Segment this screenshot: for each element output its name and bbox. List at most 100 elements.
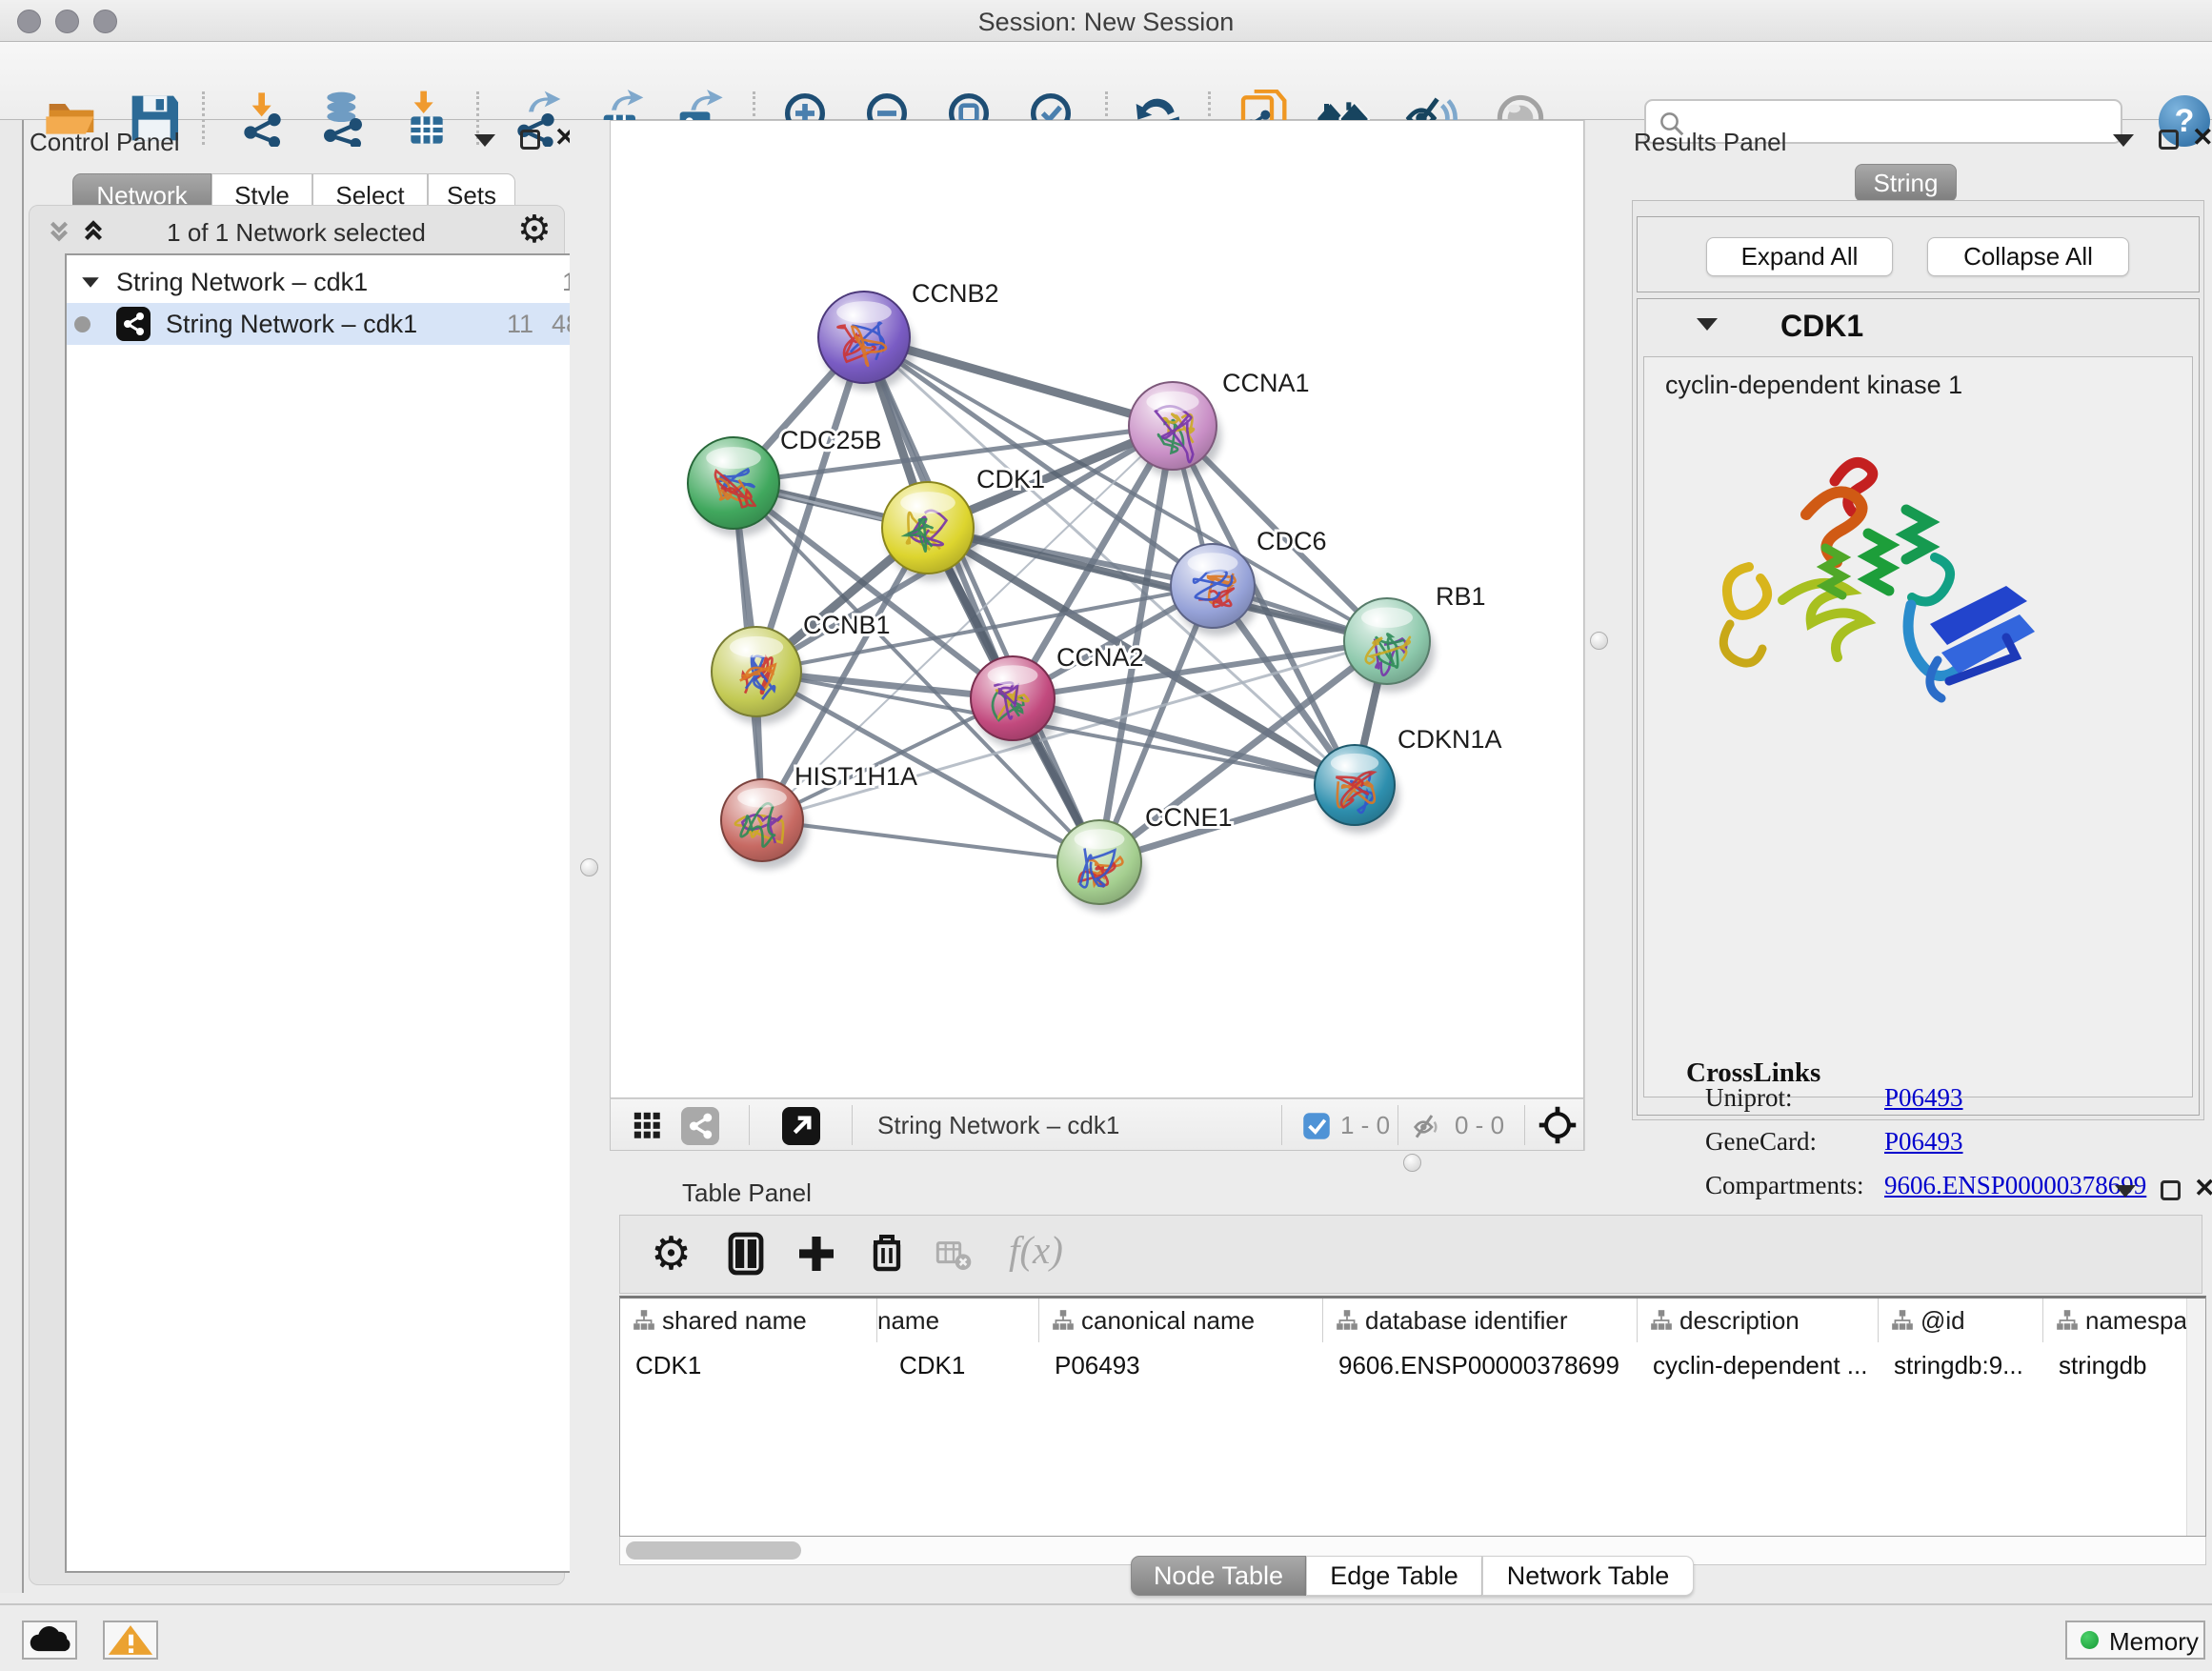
table-cell[interactable]: stringdb	[2059, 1344, 2206, 1386]
network-node-RB1[interactable]: RB1	[1344, 582, 1486, 692]
string-view-icon[interactable]	[681, 1107, 719, 1145]
table-vertical-scrollbar[interactable]	[2186, 1299, 2205, 1536]
node-label: CCNB2	[912, 279, 999, 308]
network-canvas[interactable]: CCNB2 CCNA1 CDC25BCDK1 CDC6 RB1 CCNB1 CCNA2 CDK…	[610, 120, 1584, 1098]
results-panel-float-icon[interactable]	[2159, 130, 2179, 150]
cloud-status-button[interactable]	[22, 1621, 77, 1660]
table-gear-icon[interactable]: ⚙	[651, 1227, 692, 1280]
hidden-eye-slash-icon[interactable]	[1413, 1112, 1443, 1142]
network-node-CCNB2[interactable]: CCNB2	[818, 279, 999, 391]
network-view-toolbar: String Network – cdk1 1 - 0 0 - 0	[610, 1098, 1584, 1151]
main-toolbar: ?	[0, 42, 2212, 120]
tab-edge-table[interactable]: Edge Table	[1306, 1556, 1482, 1596]
memory-button[interactable]: Memory	[2065, 1621, 2205, 1660]
node-label: CDKN1A	[1398, 725, 1502, 754]
table-cell[interactable]: P06493	[1055, 1344, 1319, 1386]
node-label: CCNA2	[1056, 643, 1144, 672]
network-node-CDKN1A[interactable]: CDKN1A	[1315, 725, 1502, 833]
network-node-CDK1[interactable]: CDK1	[882, 465, 1045, 581]
protein-structure-image	[1692, 424, 2054, 729]
gene-name: CDK1	[1780, 309, 1863, 344]
string-results-box: Expand All Collapse All CDK1 cyclin-depe…	[1632, 200, 2204, 1120]
network-bullet-icon	[74, 316, 90, 332]
table-panel-float-icon[interactable]	[2161, 1180, 2181, 1200]
network-view-title: String Network – cdk1	[877, 1111, 1119, 1140]
crosslink-link[interactable]: P06493	[1884, 1127, 1963, 1157]
splitter-handle[interactable]	[1403, 1154, 1421, 1172]
open-in-window-icon[interactable]	[782, 1107, 820, 1145]
crosslink-row: Uniprot: P06493	[1705, 1083, 2182, 1127]
gene-header[interactable]: CDK1	[1638, 299, 2199, 354]
left-splitter[interactable]	[570, 120, 610, 1593]
collapse-all-icon[interactable]	[45, 217, 73, 246]
network-selection-status: 1 of 1 Network selected	[134, 218, 458, 248]
right-splitter[interactable]	[1584, 120, 1624, 1174]
table-cell[interactable]: CDK1	[899, 1344, 1042, 1386]
node-label: CDC6	[1257, 527, 1327, 555]
column-header-namespace[interactable]: namespace	[2043, 1299, 2206, 1342]
network-edge-HIST1H1A-CCNE1[interactable]	[762, 820, 1099, 862]
network-node-CCNA1[interactable]: CCNA1	[1129, 369, 1310, 477]
hidden-node-edge-count: 0 - 0	[1455, 1111, 1504, 1140]
network-options-gear-icon[interactable]: ⚙	[517, 208, 552, 252]
status-bar: Memory	[0, 1603, 2212, 1671]
table-cell[interactable]: stringdb:9...	[1894, 1344, 2040, 1386]
column-header-name[interactable]: name	[877, 1299, 1039, 1342]
table-cell[interactable]: cyclin-dependent ...	[1653, 1344, 1875, 1386]
column-header-database-identifier[interactable]: database identifier	[1323, 1299, 1638, 1342]
column-header-label: description	[1679, 1306, 1800, 1335]
network-row-selected[interactable]: String Network – cdk1 11 48	[67, 303, 571, 345]
scrollbar-thumb[interactable]	[626, 1541, 801, 1560]
warning-icon	[105, 1622, 156, 1658]
birds-eye-grid-icon[interactable]	[632, 1110, 664, 1142]
node-attribute-icon	[1649, 1308, 1674, 1333]
node-label: CCNB1	[803, 611, 891, 639]
column-header--id[interactable]: @id	[1879, 1299, 2043, 1342]
node-table[interactable]: shared namenamecanonical namedatabase id…	[619, 1296, 2206, 1537]
results-panel-menu-icon[interactable]	[2113, 134, 2134, 147]
network-node-CCNB1[interactable]: CCNB1	[712, 611, 891, 724]
network-graph[interactable]: CCNB2 CCNA1 CDC25BCDK1 CDC6 RB1 CCNB1 CCNA2 CDK…	[611, 121, 1583, 1097]
splitter-handle[interactable]	[580, 858, 598, 876]
delete-column-trash-icon[interactable]	[864, 1229, 910, 1275]
table-panel-menu-icon[interactable]	[2115, 1185, 2136, 1198]
network-tab-panel: 1 of 1 Network selected ⚙ String Network…	[29, 205, 565, 1585]
results-panel-close-icon[interactable]: ✕	[2192, 128, 2212, 148]
memory-label: Memory	[2109, 1627, 2199, 1657]
table-cell[interactable]: 9606.ENSP00000378699	[1338, 1344, 1634, 1386]
expand-all-button[interactable]: Expand All	[1706, 237, 1893, 276]
table-cell[interactable]: CDK1	[635, 1344, 874, 1386]
network-node-CCNA2[interactable]: CCNA2	[971, 643, 1144, 748]
node-label: HIST1H1A	[794, 762, 917, 791]
tab-network-table[interactable]: Network Table	[1482, 1556, 1694, 1596]
collapse-all-button[interactable]: Collapse All	[1927, 237, 2129, 276]
tab-string[interactable]: String	[1855, 164, 1957, 202]
crosslink-label: Uniprot:	[1705, 1083, 1793, 1113]
node-attribute-icon	[2055, 1308, 2080, 1333]
splitter-handle[interactable]	[1590, 632, 1608, 650]
tab-node-table[interactable]: Node Table	[1131, 1556, 1306, 1596]
show-columns-icon[interactable]	[723, 1231, 769, 1277]
column-header-canonical-name[interactable]: canonical name	[1039, 1299, 1323, 1342]
column-header-shared-name[interactable]: shared name	[620, 1299, 877, 1342]
crosslink-link[interactable]: P06493	[1884, 1083, 1963, 1113]
create-column-plus-icon[interactable]	[794, 1231, 839, 1277]
network-collection-row[interactable]: String Network – cdk1 1	[67, 261, 571, 303]
warnings-button[interactable]	[103, 1621, 158, 1660]
gene-collapse-icon[interactable]	[1697, 318, 1718, 331]
tree-expand-icon[interactable]	[82, 277, 99, 287]
selected-nodes-checkbox-icon[interactable]	[1302, 1112, 1331, 1140]
network-node-CCNE1[interactable]: CCNE1	[1057, 803, 1233, 912]
control-panel-float-icon[interactable]	[520, 130, 540, 150]
column-header-description[interactable]: description	[1638, 1299, 1879, 1342]
table-panel-close-icon[interactable]: ✕	[2194, 1178, 2212, 1198]
cloud-icon	[24, 1622, 75, 1658]
footer-separator	[1524, 1105, 1525, 1145]
left-dock-strip	[0, 120, 24, 1593]
node-label: CCNA1	[1222, 369, 1310, 397]
fit-selected-crosshair-icon[interactable]	[1537, 1104, 1579, 1146]
expand-all-icon[interactable]	[79, 217, 108, 246]
node-label: CDC25B	[780, 426, 882, 454]
network-node-HIST1H1A[interactable]: HIST1H1A	[721, 762, 917, 869]
control-panel-menu-icon[interactable]	[474, 134, 495, 147]
